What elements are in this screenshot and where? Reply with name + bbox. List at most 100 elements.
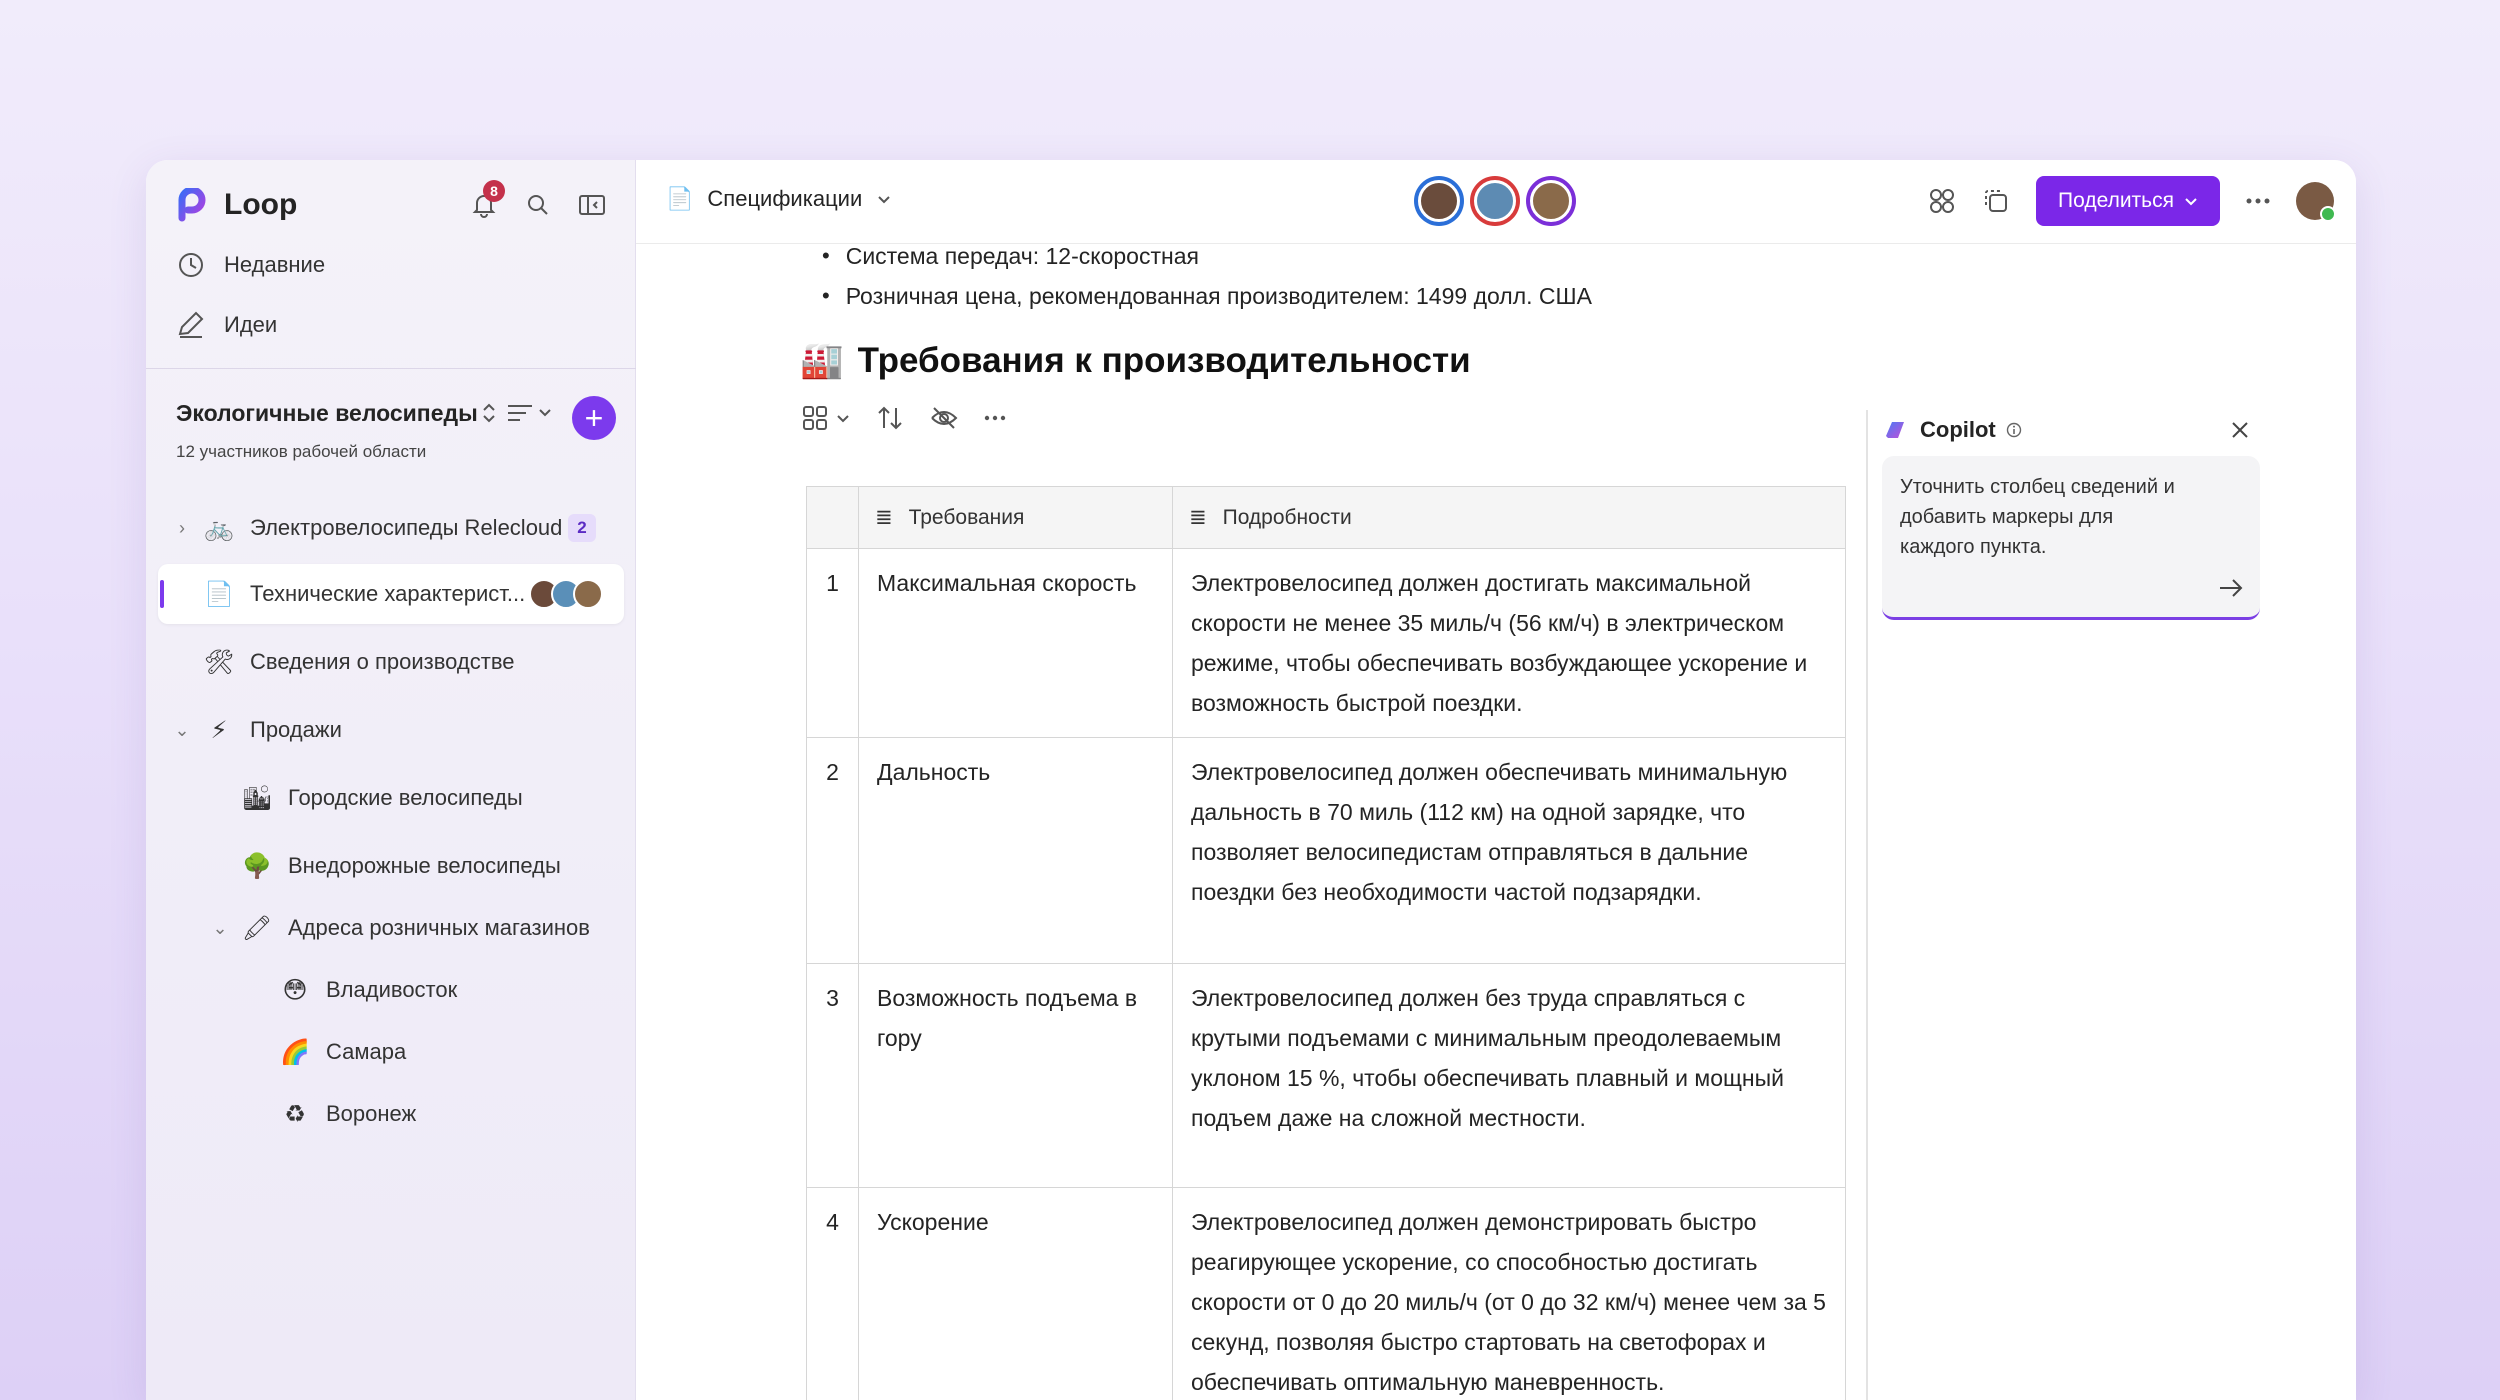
column-header-label: Требования xyxy=(908,505,1025,529)
copilot-prompt-box[interactable]: Уточнить столбец сведений и добавить мар… xyxy=(1882,456,2260,620)
text-column-icon: ≣ xyxy=(875,506,893,529)
tree-item-vladivostok[interactable]: 😳 Владивосток xyxy=(278,970,457,1010)
active-collaborators xyxy=(1414,176,1576,226)
share-button[interactable]: Поделиться xyxy=(2036,176,2220,226)
bullet-item[interactable]: Система передач: 12-скоростная xyxy=(822,244,1592,276)
more-options-icon[interactable] xyxy=(2246,196,2270,206)
chevron-down-icon xyxy=(878,196,890,204)
document-icon: 📄 xyxy=(666,186,694,211)
column-header-details[interactable]: ≣ Подробности xyxy=(1172,486,1846,549)
tree-item-offroad-bikes[interactable]: 🌳 Внедорожные велосипеды xyxy=(240,846,561,886)
sidebar-top-icons: 8 xyxy=(467,180,609,222)
table-toolbar xyxy=(802,404,1006,432)
spec-bullets: Система передач: 12-скоростная Розничная… xyxy=(822,244,1592,316)
sort-icon[interactable] xyxy=(876,404,904,432)
details-cell[interactable]: Электровелосипед должен обеспечивать мин… xyxy=(1172,737,1846,964)
tree-item-sales[interactable]: ⌄ ⚡ Продажи xyxy=(170,710,342,750)
loop-app-window: Loop 8 Недавние Идеи Экологичные велосип… xyxy=(146,160,2356,1400)
column-header-label: Подробности xyxy=(1222,505,1352,529)
row-number: 2 xyxy=(806,737,859,964)
page-content: Система передач: 12-скоростная Розничная… xyxy=(636,244,1866,1400)
info-icon[interactable] xyxy=(2006,422,2022,438)
search-button[interactable] xyxy=(521,188,555,222)
table-row: 4 Ускорение Электровелосипед должен демо… xyxy=(806,1187,1846,1400)
collaborator-avatar[interactable] xyxy=(1414,176,1464,226)
collapse-sidebar-button[interactable] xyxy=(575,188,609,222)
switch-workspace-icon[interactable] xyxy=(480,400,498,426)
column-header-requirements[interactable]: ≣ Требования xyxy=(858,486,1173,549)
tree-item-label: Самара xyxy=(326,1039,407,1064)
components-icon[interactable] xyxy=(1928,187,1956,215)
tree-item-label: Технические характерист... xyxy=(250,581,526,606)
requirement-cell[interactable]: Дальность xyxy=(858,737,1173,964)
collaborator-avatar[interactable] xyxy=(1526,176,1576,226)
section-heading[interactable]: 🏭 Требования к производительности xyxy=(800,340,1471,381)
tree-item-voronezh[interactable]: ♻ Воронеж xyxy=(278,1094,416,1134)
tree-item-label: Воронеж xyxy=(326,1101,417,1126)
nav-ideas-label: Идеи xyxy=(224,312,278,337)
tree-item-city-bikes[interactable]: 🏙 Городские велосипеды xyxy=(240,778,523,818)
face-icon: 😳 xyxy=(282,976,308,1004)
copilot-panel: Copilot Уточнить столбец сведений и доба… xyxy=(1866,410,2356,1400)
section-heading-text: Требования к производительности xyxy=(857,340,1471,380)
nav-recent[interactable]: Недавние xyxy=(176,250,325,280)
bullet-item[interactable]: Розничная цена, рекомендованная производ… xyxy=(822,276,1592,316)
search-icon xyxy=(528,195,548,215)
user-avatar[interactable] xyxy=(2296,182,2336,222)
chevron-right-icon[interactable]: › xyxy=(170,518,194,539)
tree-item-label: Адреса розничных магазинов xyxy=(288,915,590,940)
row-number: 3 xyxy=(806,963,859,1188)
sort-list-icon[interactable] xyxy=(506,400,554,426)
tree-item-label: Сведения о производстве xyxy=(250,649,515,674)
panel-collapse-icon xyxy=(579,195,605,215)
table-header-row: ≣ Требования ≣ Подробности xyxy=(806,486,1846,549)
top-bar-actions: Поделиться xyxy=(1928,176,2336,226)
document-icon: 📄 xyxy=(204,580,234,608)
requirement-cell[interactable]: Возможность подъема в гору xyxy=(858,963,1173,1188)
details-cell[interactable]: Электровелосипед должен без труда справл… xyxy=(1172,963,1846,1188)
table-row: 1 Максимальная скорость Электровелосипед… xyxy=(806,548,1846,738)
nav-recent-label: Недавние xyxy=(224,252,326,277)
close-icon[interactable] xyxy=(2224,414,2256,446)
table-view-button[interactable] xyxy=(802,405,850,431)
row-number-header xyxy=(806,486,859,549)
crayon-icon: 🖍 xyxy=(241,914,273,942)
clock-icon xyxy=(179,253,203,277)
send-arrow-icon[interactable] xyxy=(2216,573,2246,603)
tree-item-tech-specs[interactable]: 📄 Технические характерист... xyxy=(202,574,604,614)
factory-icon: 🏭 xyxy=(800,341,844,380)
lightning-icon: ⚡ xyxy=(210,716,228,744)
chevron-down-icon xyxy=(837,415,849,423)
details-cell[interactable]: Электровелосипед должен демонстрировать … xyxy=(1172,1187,1846,1400)
recycle-icon: ♻ xyxy=(284,1100,306,1128)
loop-logo-icon xyxy=(178,188,206,222)
chevron-down-icon[interactable]: ⌄ xyxy=(208,918,232,939)
copy-page-icon[interactable] xyxy=(1982,187,2010,215)
copilot-header: Copilot xyxy=(1882,410,2022,450)
rainbow-icon: 🌈 xyxy=(280,1038,310,1066)
tree-item-samara[interactable]: 🌈 Самара xyxy=(278,1032,406,1072)
hide-icon[interactable] xyxy=(930,404,958,432)
collaborator-avatar[interactable] xyxy=(1470,176,1520,226)
tree-item-label: Продажи xyxy=(250,717,342,742)
tree-item-production[interactable]: 🛠 Сведения о производстве xyxy=(202,642,515,682)
more-options-icon[interactable] xyxy=(984,414,1006,422)
tree-item-store-addresses[interactable]: ⌄ 🖍 Адреса розничных магазинов xyxy=(208,908,590,948)
tree-item-relecloud[interactable]: › 🚲 Электровелосипеды Relecloud xyxy=(170,508,562,548)
requirement-cell[interactable]: Ускорение xyxy=(858,1187,1173,1400)
text-column-icon: ≣ xyxy=(1189,506,1207,529)
brand[interactable]: Loop xyxy=(176,188,297,222)
nav-ideas[interactable]: Идеи xyxy=(176,310,277,340)
page-title-dropdown[interactable]: 📄 Спецификации xyxy=(666,186,892,212)
chevron-down-icon[interactable]: ⌄ xyxy=(170,720,194,741)
app-name: Loop xyxy=(224,188,298,221)
notification-badge: 8 xyxy=(483,180,505,202)
workspace-title[interactable]: Экологичные велосипеды xyxy=(176,400,478,427)
add-page-button[interactable]: + xyxy=(572,396,616,440)
requirement-cell[interactable]: Максимальная скорость xyxy=(858,548,1173,738)
grid-view-icon xyxy=(803,406,827,430)
pen-icon xyxy=(178,311,204,338)
notifications-button[interactable]: 8 xyxy=(467,180,505,222)
tree-icon: 🌳 xyxy=(242,852,272,880)
details-cell[interactable]: Электровелосипед должен достигать максим… xyxy=(1172,548,1846,738)
